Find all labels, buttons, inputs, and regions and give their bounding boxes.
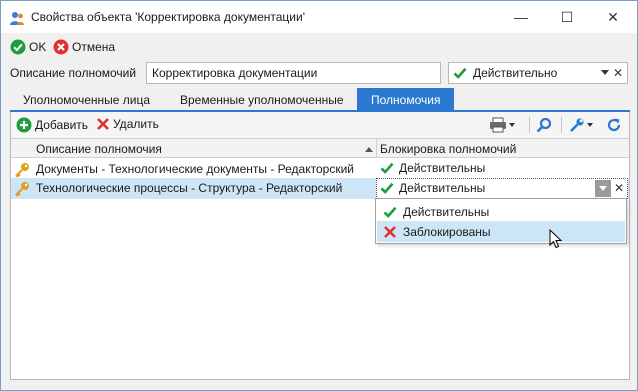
permissions-panel: Добавить Удалить Описание полномочия Бло… xyxy=(10,112,630,380)
cancel-button[interactable]: Отмена xyxy=(53,38,115,56)
cancel-label: Отмена xyxy=(72,40,116,54)
sort-ascending-icon xyxy=(365,147,373,152)
key-icon xyxy=(15,182,29,197)
grid-header: Описание полномочия Блокировка полномочи… xyxy=(11,138,629,158)
toolbar-divider xyxy=(561,117,562,133)
cancel-circle-icon xyxy=(53,39,69,55)
option-valid[interactable]: Действительны xyxy=(377,201,625,222)
description-input[interactable]: Корректировка документации xyxy=(146,62,441,84)
title-bar: Свойства объекта 'Корректировка документ… xyxy=(1,1,637,33)
tab-permissions[interactable]: Полномочия xyxy=(357,88,455,111)
status-combo[interactable]: Действительно ✕ xyxy=(448,62,628,84)
mouse-cursor-icon xyxy=(549,229,563,249)
clear-icon[interactable]: ✕ xyxy=(614,181,624,195)
check-icon xyxy=(453,67,467,79)
option-label: Заблокированы xyxy=(403,224,491,239)
delete-label: Удалить xyxy=(113,117,159,131)
chevron-down-icon xyxy=(509,123,515,127)
row-description: Технологические процессы - Структура - Р… xyxy=(36,181,343,195)
delete-button[interactable]: Удалить xyxy=(96,117,159,131)
option-label: Действительны xyxy=(403,204,490,219)
magnifier-icon xyxy=(536,117,552,133)
check-circle-icon xyxy=(10,39,26,55)
ok-label: OK xyxy=(29,40,47,54)
tab-temporary-authorized[interactable]: Временные уполномоченные xyxy=(170,90,354,110)
status-dropdown-list: Действительны Заблокированы xyxy=(375,198,627,244)
window-title: Свойства объекта 'Корректировка документ… xyxy=(31,10,305,24)
add-button[interactable]: Добавить xyxy=(16,117,88,133)
check-icon xyxy=(380,162,394,174)
print-button[interactable] xyxy=(489,116,515,134)
wrench-icon xyxy=(570,118,584,132)
check-icon xyxy=(383,206,397,218)
tab-authorized-persons[interactable]: Уполномоченные лица xyxy=(13,90,160,110)
check-icon xyxy=(380,182,394,194)
settings-button[interactable] xyxy=(569,116,593,134)
column-header-blocking[interactable]: Блокировка полномочий xyxy=(380,142,516,156)
delete-icon xyxy=(97,118,109,130)
chevron-down-icon[interactable] xyxy=(601,70,609,75)
row-status-label: Действительны xyxy=(399,161,486,175)
dropdown-button[interactable] xyxy=(595,180,611,197)
refresh-icon xyxy=(607,118,621,132)
chevron-down-icon xyxy=(599,186,607,191)
add-label: Добавить xyxy=(35,118,89,132)
printer-icon xyxy=(490,117,506,133)
clear-icon[interactable]: ✕ xyxy=(613,66,623,80)
properties-window: Свойства объекта 'Корректировка документ… xyxy=(0,0,638,391)
plus-icon xyxy=(16,117,32,133)
description-label: Описание полномочий xyxy=(10,66,137,80)
panel-toolbar: Добавить Удалить xyxy=(11,112,629,138)
maximize-button[interactable]: ☐ xyxy=(544,1,590,33)
status-cell-editor[interactable]: Действительны ✕ xyxy=(376,178,628,199)
blocked-x-icon xyxy=(384,225,396,238)
row-status: Действительны xyxy=(380,161,485,175)
column-header-description[interactable]: Описание полномочия xyxy=(36,142,162,156)
close-button[interactable]: ✕ xyxy=(590,1,636,33)
chevron-down-icon xyxy=(587,123,593,127)
option-blocked[interactable]: Заблокированы xyxy=(377,221,625,242)
minimize-button[interactable]: — xyxy=(498,1,544,33)
users-icon xyxy=(10,12,24,25)
search-button[interactable] xyxy=(536,116,552,134)
refresh-button[interactable] xyxy=(606,116,622,134)
ok-button[interactable]: OK xyxy=(10,38,46,56)
table-row[interactable]: Документы - Технологические документы - … xyxy=(11,159,629,180)
editor-value: Действительны xyxy=(380,181,485,195)
toolbar-divider xyxy=(529,117,530,133)
column-divider[interactable] xyxy=(376,139,377,158)
editor-value-label: Действительны xyxy=(399,181,486,195)
row-description: Документы - Технологические документы - … xyxy=(36,162,354,176)
tab-strip: Уполномоченные лица Временные уполномоче… xyxy=(10,88,630,111)
main-toolbar: OK Отмена xyxy=(1,33,637,59)
key-icon xyxy=(15,163,29,178)
status-value: Действительно xyxy=(473,66,558,80)
